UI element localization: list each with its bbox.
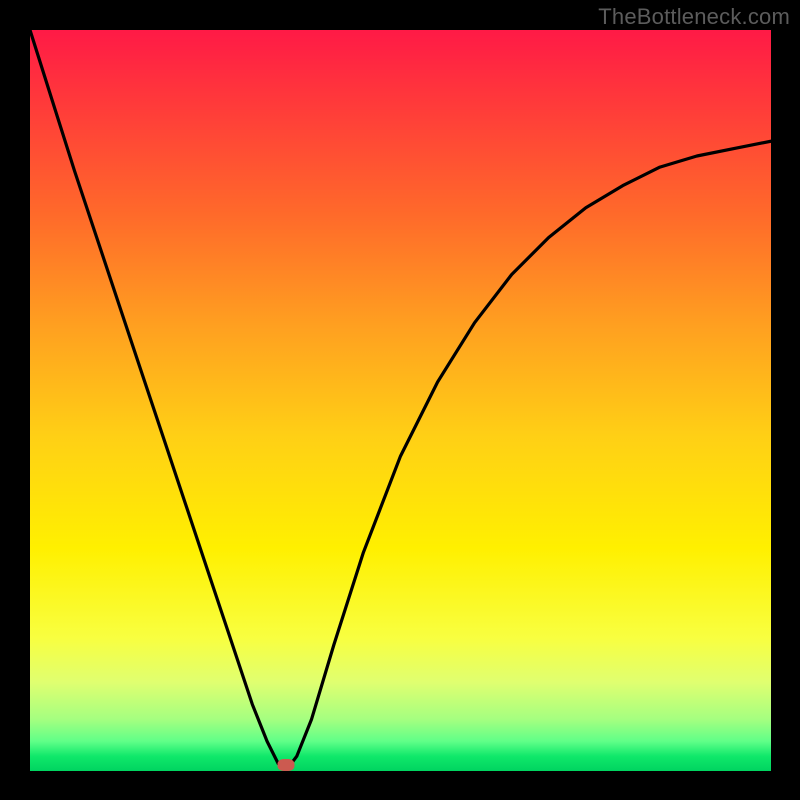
attribution-label: TheBottleneck.com bbox=[598, 4, 790, 30]
chart-frame: TheBottleneck.com bbox=[0, 0, 800, 800]
plot-area bbox=[30, 30, 771, 771]
bottleneck-curve bbox=[30, 30, 771, 771]
curve-path bbox=[30, 30, 771, 771]
optimal-point-marker bbox=[277, 759, 294, 771]
